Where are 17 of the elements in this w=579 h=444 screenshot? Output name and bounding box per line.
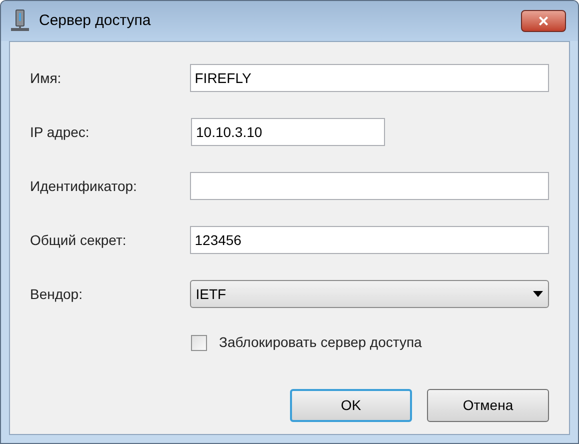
input-field[interactable]: 10.10.3.10: [191, 118, 385, 146]
input-field[interactable]: FIREFLY: [190, 64, 549, 92]
vendor-dropdown[interactable]: IETF: [190, 280, 549, 308]
server-icon: [9, 9, 31, 33]
field-label: Вендор:: [30, 284, 84, 304]
window-title: Сервер доступа: [39, 10, 152, 31]
ok-button[interactable]: OK: [290, 389, 412, 422]
field-label: IP адрес:: [30, 122, 90, 142]
input-field[interactable]: [190, 172, 549, 200]
checkbox[interactable]: [191, 334, 207, 350]
input-field[interactable]: 123456: [190, 226, 549, 254]
checkbox-label: Заблокировать сервер доступа: [219, 333, 422, 352]
field-label: Общий секрет:: [30, 230, 128, 250]
cancel-button[interactable]: Отмена: [427, 389, 549, 422]
caret-icon: [533, 291, 543, 297]
field-label: Имя:: [30, 68, 62, 88]
field-label: Идентификатор:: [30, 176, 138, 196]
